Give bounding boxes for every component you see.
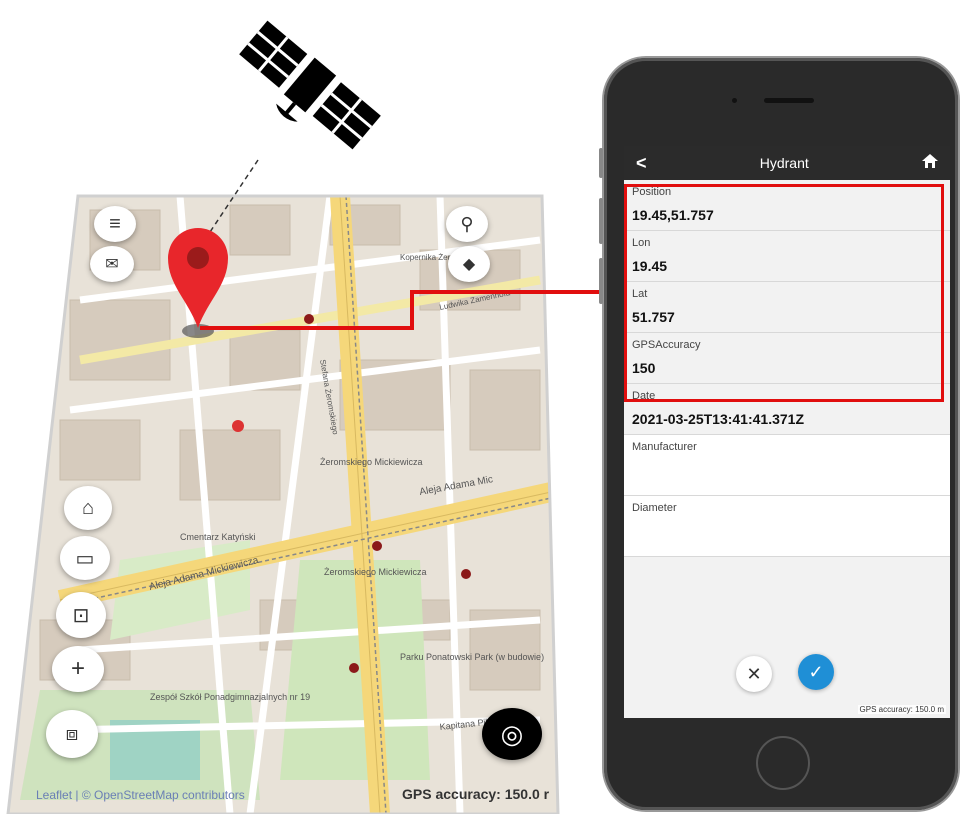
measure-area-button[interactable]: ⌂ [64,486,112,530]
menu-button[interactable]: ≡ [94,206,136,242]
volume-down-button [599,258,603,304]
field-value[interactable] [632,459,942,485]
add-button[interactable]: + [52,646,104,692]
speaker-grille [764,98,814,103]
field-diameter[interactable]: Diameter [624,496,950,557]
home-button[interactable] [756,736,810,790]
screen-gps-accuracy: GPS accuracy: 150.0 m [857,705,946,714]
phone-device: < Hydrant Position 19.45,51.757 Lon 19.4… [599,58,958,810]
poi-label: Cmentarz Katyński [180,532,256,542]
map-attribution[interactable]: Leaflet | © OpenStreetMap contributors [36,788,245,802]
map-canvas[interactable]: Aleja Adama Mic Aleja Adama Mickiewicza … [0,0,600,814]
layers-button[interactable]: ◆ [448,246,490,282]
field-label: Diameter [632,502,677,514]
satellite-icon [239,20,381,150]
briefcase-button[interactable]: ✉ [90,246,134,282]
field-value[interactable]: 2021-03-25T13:41:41.371Z [632,408,942,434]
camera-icon [732,98,737,103]
field-value[interactable] [632,520,942,546]
app-header: < Hydrant [624,146,950,180]
delete-button[interactable]: ⊡ [56,592,106,638]
park-label: Parku Ponatowski Park (w budowie) [400,652,544,662]
stop-label: Żeromskiego Mickiewicza [324,567,427,577]
home-icon[interactable] [921,153,938,173]
ruler-button[interactable]: ▭ [60,536,110,580]
map-panel[interactable]: Aleja Adama Mic Aleja Adama Mickiewicza … [0,0,600,814]
map-gps-accuracy: GPS accuracy: 150.0 r [402,786,550,802]
field-manufacturer[interactable]: Manufacturer [624,435,950,496]
locate-button[interactable]: ◎ [482,708,542,760]
confirm-button[interactable]: ✓ [798,654,834,690]
field-label: Manufacturer [632,441,697,453]
stop-label: Żeromskiego Mickiewicza [320,457,423,467]
poi-label: Zespół Szkół Ponadgimnazjalnych nr 19 [150,692,310,702]
form-title: Hydrant [759,155,809,171]
back-button[interactable]: < [636,153,647,174]
side-button [599,148,603,178]
highlight-box [624,184,944,402]
volume-up-button [599,198,603,244]
cancel-button[interactable]: ✕ [736,656,772,692]
search-button[interactable]: ⚲ [446,206,488,242]
draw-polygon-button[interactable]: ⧈ [46,710,98,758]
